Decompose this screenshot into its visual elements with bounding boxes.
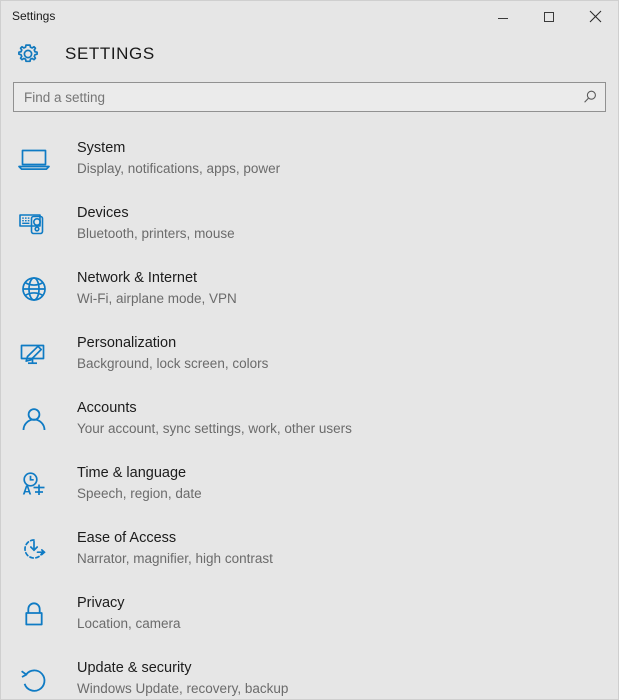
category-text: Privacy Location, camera xyxy=(77,594,181,634)
category-subtitle: Display, notifications, apps, power xyxy=(77,160,281,176)
search-box[interactable] xyxy=(13,82,606,112)
category-subtitle: Wi-Fi, airplane mode, VPN xyxy=(77,290,237,306)
category-text: System Display, notifications, apps, pow… xyxy=(77,139,280,179)
maximize-button[interactable] xyxy=(526,1,572,32)
category-title: Time & language xyxy=(77,464,187,481)
clock-language-icon: A xyxy=(13,463,55,505)
category-network-internet[interactable]: Network & Internet Wi-Fi, airplane mode,… xyxy=(1,256,618,321)
page-title: SETTINGS xyxy=(65,44,155,63)
devices-icon xyxy=(13,203,55,245)
svg-text:A: A xyxy=(23,483,32,497)
person-icon xyxy=(13,398,55,440)
close-icon xyxy=(589,10,601,23)
category-personalization[interactable]: Personalization Background, lock screen,… xyxy=(1,321,618,386)
category-update-security[interactable]: Update & security Windows Update, recove… xyxy=(1,646,618,700)
category-text: Personalization Background, lock screen,… xyxy=(77,334,268,374)
category-subtitle: Background, lock screen, colors xyxy=(77,355,269,371)
category-title: Ease of Access xyxy=(77,529,177,546)
category-system[interactable]: System Display, notifications, apps, pow… xyxy=(1,126,618,191)
category-text: Devices Bluetooth, printers, mouse xyxy=(77,204,235,244)
category-text: Network & Internet Wi-Fi, airplane mode,… xyxy=(77,269,237,309)
paintbrush-monitor-icon xyxy=(13,333,55,375)
category-title: Privacy xyxy=(77,594,125,611)
category-title: Update & security xyxy=(77,659,192,676)
app-header: SETTINGS xyxy=(1,32,618,76)
category-time-language[interactable]: A Time & language Speech, region, date xyxy=(1,451,618,516)
category-subtitle: Speech, region, date xyxy=(77,485,202,501)
category-title: Accounts xyxy=(77,399,137,416)
gear-icon xyxy=(13,39,43,69)
close-button[interactable] xyxy=(572,1,618,32)
search-input[interactable] xyxy=(14,83,575,111)
settings-category-list: System Display, notifications, apps, pow… xyxy=(1,126,618,700)
category-text: Ease of Access Narrator, magnifier, high… xyxy=(77,529,273,569)
window-controls xyxy=(480,1,618,32)
category-subtitle: Bluetooth, printers, mouse xyxy=(77,225,235,241)
category-text: Time & language Speech, region, date xyxy=(77,464,202,504)
category-title: Devices xyxy=(77,204,129,221)
category-text: Accounts Your account, sync settings, wo… xyxy=(77,399,352,439)
category-accounts[interactable]: Accounts Your account, sync settings, wo… xyxy=(1,386,618,451)
laptop-icon xyxy=(13,138,55,180)
category-subtitle: Your account, sync settings, work, other… xyxy=(77,420,352,436)
minimize-button[interactable] xyxy=(480,1,526,32)
lock-icon xyxy=(13,593,55,635)
category-privacy[interactable]: Privacy Location, camera xyxy=(1,581,618,646)
minimize-icon xyxy=(498,17,508,19)
globe-icon xyxy=(13,268,55,310)
refresh-icon xyxy=(13,658,55,700)
title-bar: Settings xyxy=(1,1,618,32)
category-title: Network & Internet xyxy=(77,269,198,286)
category-subtitle: Narrator, magnifier, high contrast xyxy=(77,550,273,566)
maximize-icon xyxy=(544,11,554,22)
window-title: Settings xyxy=(12,9,56,23)
ease-of-access-icon xyxy=(13,528,55,570)
category-devices[interactable]: Devices Bluetooth, printers, mouse xyxy=(1,191,618,256)
settings-window: Settings SETTINGS Find a setting System … xyxy=(0,0,619,700)
category-text: Update & security Windows Update, recove… xyxy=(77,659,288,699)
category-title: Personalization xyxy=(77,334,177,351)
category-subtitle: Location, camera xyxy=(77,615,181,631)
category-subtitle: Windows Update, recovery, backup xyxy=(77,680,289,696)
search-icon[interactable] xyxy=(575,83,605,111)
category-ease-of-access[interactable]: Ease of Access Narrator, magnifier, high… xyxy=(1,516,618,581)
category-title: System xyxy=(77,139,126,156)
